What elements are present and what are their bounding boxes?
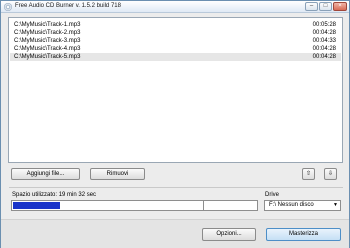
footer-bar: Opzioni... Masterizza xyxy=(1,219,349,248)
track-duration: 00:04:28 xyxy=(312,46,336,52)
close-button[interactable]: × xyxy=(333,2,347,11)
track-row[interactable]: C:\MyMusic\Track-4.mp3 00:04:28 xyxy=(10,45,341,53)
arrow-down-icon: ⇩ xyxy=(327,171,334,177)
track-path: C:\MyMusic\Track-3.mp3 xyxy=(14,38,81,44)
track-path: C:\MyMusic\Track-2.mp3 xyxy=(14,30,81,36)
track-path: C:\MyMusic\Track-5.mp3 xyxy=(14,54,81,60)
title-bar[interactable]: Free Audio CD Burner v. 1.5.2 build 718 … xyxy=(1,1,349,13)
track-duration: 00:05:28 xyxy=(312,22,336,28)
move-down-button[interactable]: ⇩ xyxy=(324,168,337,180)
space-used-label: Spazio utilizzato: 19 min 32 sec xyxy=(12,192,97,198)
track-path: C:\MyMusic\Track-1.mp3 xyxy=(14,22,81,28)
track-row[interactable]: C:\MyMusic\Track-1.mp3 00:05:28 xyxy=(10,21,341,29)
track-list[interactable]: C:\MyMusic\Track-1.mp3 00:05:28 C:\MyMusic… xyxy=(8,17,343,163)
track-row[interactable]: C:\MyMusic\Track-3.mp3 00:04:33 xyxy=(10,37,341,45)
space-used-fill xyxy=(13,202,60,209)
app-window: Free Audio CD Burner v. 1.5.2 build 718 … xyxy=(0,0,350,248)
drive-label: Drive xyxy=(265,192,280,198)
track-duration: 00:04:28 xyxy=(312,54,336,60)
minimize-button[interactable]: – xyxy=(305,2,318,11)
options-button[interactable]: Opzioni... xyxy=(202,228,256,241)
drive-selected-value: F:\ Nessun disco xyxy=(269,202,314,208)
track-row[interactable]: C:\MyMusic\Track-2.mp3 00:04:28 xyxy=(10,29,341,37)
track-path: C:\MyMusic\Track-4.mp3 xyxy=(14,46,81,52)
maximize-button[interactable]: □ xyxy=(319,2,332,11)
space-used-bar xyxy=(11,200,258,211)
arrow-up-icon: ⇧ xyxy=(305,171,312,177)
divider xyxy=(9,187,343,188)
cd-icon xyxy=(4,3,12,11)
track-duration: 00:04:28 xyxy=(312,30,336,36)
burn-button[interactable]: Masterizza xyxy=(266,228,341,241)
track-duration: 00:04:33 xyxy=(312,38,336,44)
remove-button[interactable]: Rimuovi xyxy=(90,168,145,180)
add-files-button[interactable]: Aggiungi file... xyxy=(11,168,80,180)
capacity-marker xyxy=(203,201,204,210)
move-up-button[interactable]: ⇧ xyxy=(302,168,315,180)
drive-select[interactable]: F:\ Nessun disco ▼ xyxy=(264,200,341,211)
chevron-down-icon: ▼ xyxy=(333,202,338,208)
window-title: Free Audio CD Burner v. 1.5.2 build 718 xyxy=(15,3,121,9)
track-row[interactable]: C:\MyMusic\Track-5.mp3 00:04:28 xyxy=(10,53,341,61)
